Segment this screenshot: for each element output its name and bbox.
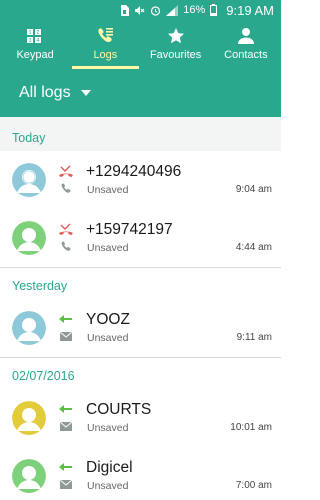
battery-level: 16% [183,4,206,16]
call-log-list: Today +1294240496 Unsaved 9:04 am +15974… [0,117,281,500]
section-header: Yesterday [0,267,281,299]
contact-name: YOOZ [86,311,130,328]
tab-bar: 1 2 3 4 Keypad Logs Favourites Contacts [0,20,281,69]
signal-icon [166,4,179,16]
tab-label: Favourites [149,49,202,61]
svg-text:3: 3 [29,38,32,44]
timestamp: 10:01 am [230,422,272,433]
dropdown-caret-icon [80,90,91,96]
tab-label: Logs [93,49,118,61]
mute-icon [134,5,145,16]
avatar[interactable] [12,221,46,255]
tab-favourites[interactable]: Favourites [141,20,211,69]
contact-status: Unsaved [87,332,129,344]
section-header: Today [0,117,281,151]
avatar[interactable] [12,311,46,345]
missed-call-icon [58,165,74,197]
tab-keypad[interactable]: 1 2 3 4 Keypad [0,20,70,69]
contact-status: Unsaved [87,480,129,492]
avatar[interactable] [12,163,46,197]
svg-text:2: 2 [37,30,40,36]
svg-text:4: 4 [37,38,40,44]
avatar[interactable] [12,459,46,493]
timestamp: 4:44 am [235,242,272,253]
avatar[interactable] [12,401,46,435]
person-icon [236,26,256,46]
list-item[interactable]: +1294240496 Unsaved 9:04 am [0,151,281,209]
incoming-message-icon [58,461,74,493]
contact-status: Unsaved [87,242,129,254]
tab-label: Keypad [16,49,54,61]
battery-icon [210,4,218,16]
keypad-icon: 1 2 3 4 [25,26,45,46]
tab-contacts[interactable]: Contacts [211,20,281,69]
contact-status: Unsaved [87,422,129,434]
timestamp: 7:00 am [235,480,272,491]
list-item[interactable]: Digicel Unsaved 7:00 am [0,447,281,500]
incoming-message-icon [58,403,74,435]
list-item[interactable]: COURTS Unsaved 10:01 am [0,389,281,447]
star-icon [166,26,186,46]
missed-call-icon [58,223,74,255]
list-item[interactable]: +159742197 Unsaved 4:44 am [0,209,281,267]
filter-label: All logs [19,84,71,101]
incoming-message-icon [58,313,74,345]
contact-name: +1294240496 [86,163,182,180]
timestamp: 9:04 am [235,184,272,195]
svg-text:1: 1 [29,30,32,36]
contact-status: Unsaved [87,184,129,196]
contact-name: COURTS [86,401,152,418]
sim-icon [120,4,130,16]
contact-name: +159742197 [86,221,173,238]
clock: 9:19 AM [226,2,274,18]
timestamp: 9:11 am [236,332,272,343]
list-item[interactable]: YOOZ Unsaved 9:11 am [0,299,281,357]
status-bar: 16% 9:19 AM [0,0,281,20]
contact-name: Digicel [86,459,133,476]
tab-logs[interactable]: Logs [70,20,140,69]
call-logs-icon [95,26,115,46]
log-filter-dropdown[interactable]: All logs [0,69,281,117]
section-header: 02/07/2016 [0,357,281,389]
alarm-icon [150,5,161,16]
tab-label: Contacts [224,49,268,61]
